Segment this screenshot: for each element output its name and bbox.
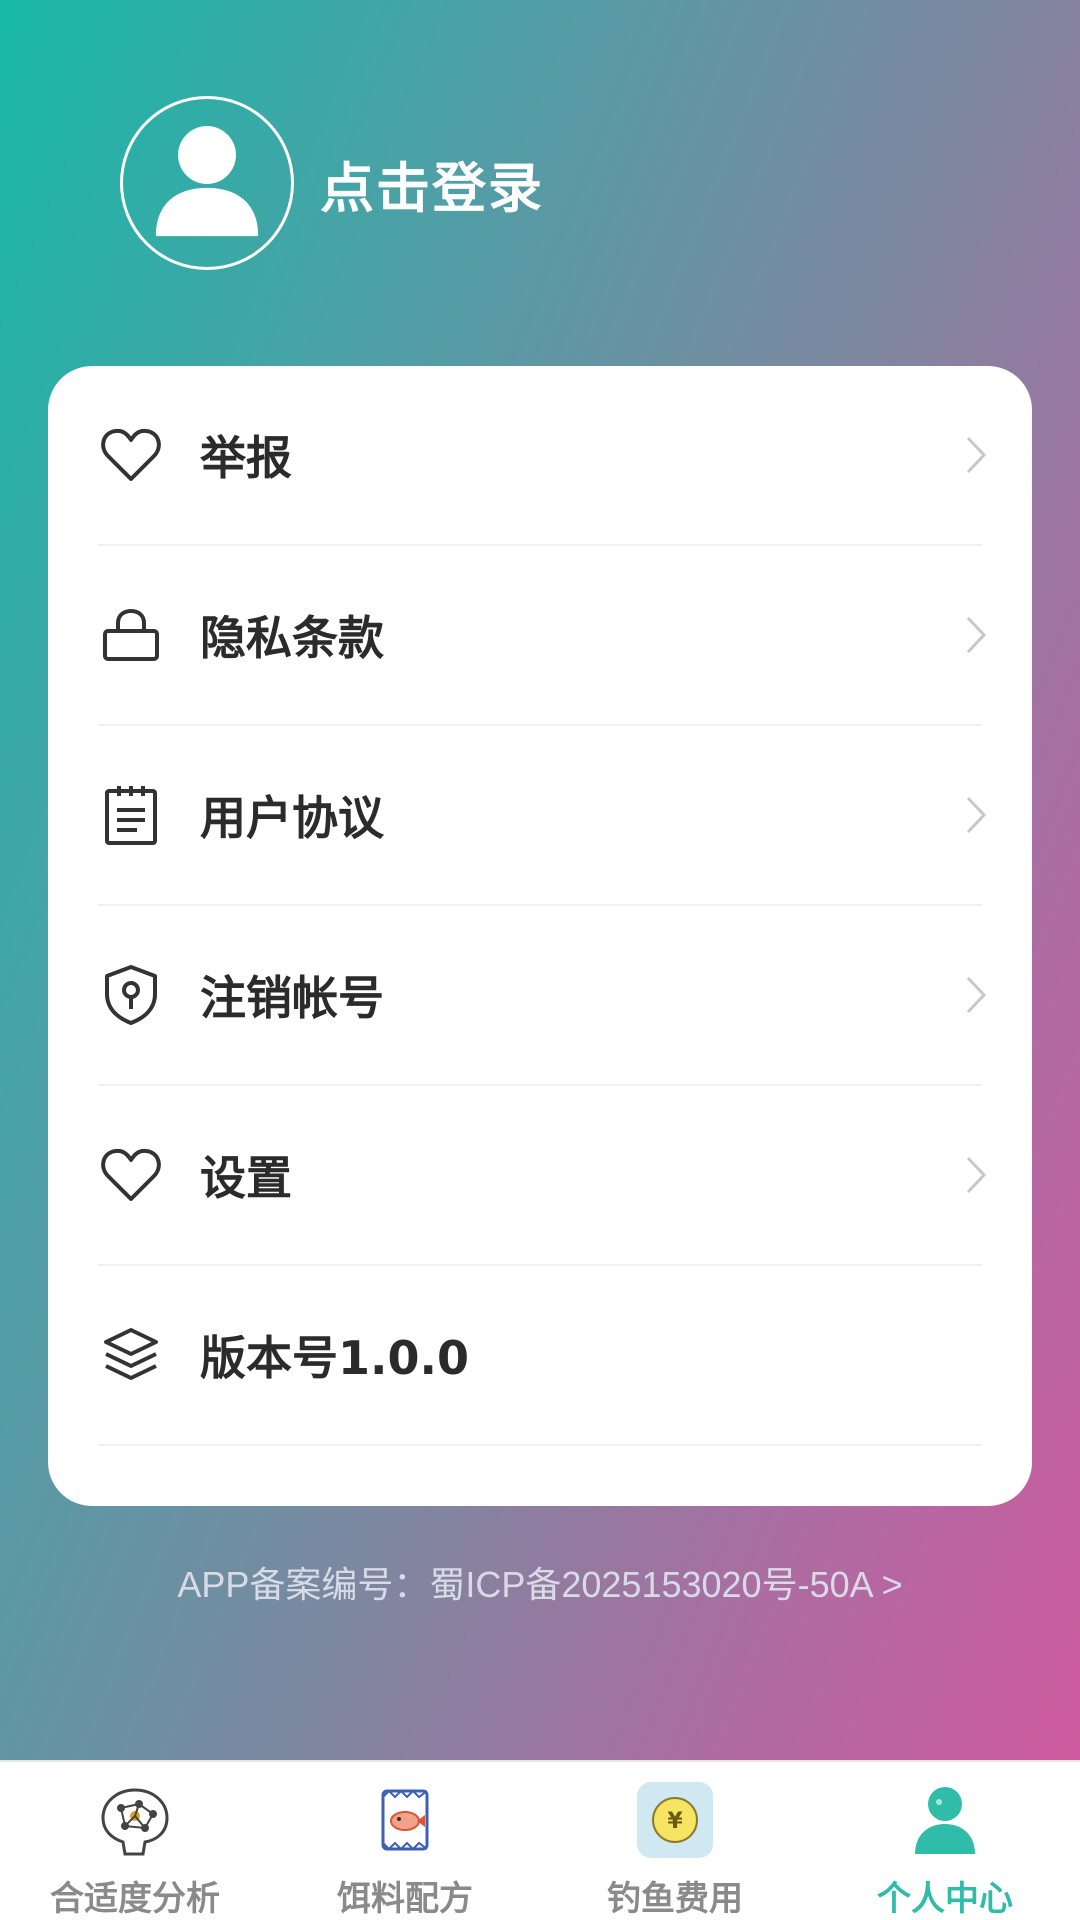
menu-item-privacy[interactable]: 隐私条款 <box>98 546 987 726</box>
coin-icon: ¥ <box>633 1778 717 1861</box>
lock-icon <box>98 602 164 668</box>
profile-header[interactable]: 点击登录 <box>120 96 544 270</box>
heart-icon <box>98 422 164 488</box>
bait-icon <box>363 1778 447 1861</box>
version-label: 版本号1.0.0 <box>200 1331 469 1385</box>
tab-bait-recipe[interactable]: 饵料配方 <box>270 1762 540 1920</box>
chevron-right-icon <box>956 970 996 1020</box>
login-link[interactable]: 点击登录 <box>320 144 544 223</box>
menu-item-label: 用户协议 <box>200 791 384 845</box>
bottom-tab-bar: 合适度分析 饵料配方 ¥ 钓鱼费用 个人中心 <box>0 1760 1080 1920</box>
analysis-icon <box>93 1778 177 1861</box>
menu-item-user-agreement[interactable]: 用户协议 <box>98 726 987 906</box>
menu-item-settings[interactable]: 设置 <box>98 1086 987 1266</box>
user-avatar-icon <box>155 126 259 237</box>
tab-analysis[interactable]: 合适度分析 <box>0 1762 270 1920</box>
menu-item-label: 隐私条款 <box>200 611 384 665</box>
menu-item-delete-account[interactable]: 注销帐号 <box>98 906 987 1086</box>
chevron-right-icon <box>956 430 996 480</box>
chevron-right-icon <box>956 610 996 660</box>
chevron-right-icon <box>956 1150 996 1200</box>
tab-label: 饵料配方 <box>337 1879 473 1919</box>
menu-item-report[interactable]: 举报 <box>98 366 987 546</box>
menu-item-label: 举报 <box>200 431 292 485</box>
tab-label: 合适度分析 <box>50 1879 220 1919</box>
tab-label: 钓鱼费用 <box>607 1879 743 1919</box>
layers-icon <box>98 1322 164 1388</box>
tab-personal-center[interactable]: 个人中心 <box>810 1762 1080 1920</box>
svg-text:¥: ¥ <box>667 1809 683 1834</box>
heart-icon <box>98 1142 164 1208</box>
menu-item-label: 设置 <box>200 1151 292 1205</box>
tab-label: 个人中心 <box>877 1879 1013 1919</box>
menu-item-label: 注销帐号 <box>200 971 384 1025</box>
person-icon <box>903 1778 987 1861</box>
icp-filing-link[interactable]: APP备案编号：蜀ICP备2025153020号-50A > <box>0 1556 1080 1608</box>
menu-item-version: 版本号1.0.0 <box>98 1266 982 1446</box>
shield-icon <box>98 962 164 1028</box>
tab-fishing-cost[interactable]: ¥ 钓鱼费用 <box>540 1762 810 1920</box>
avatar[interactable] <box>120 96 294 270</box>
chevron-right-icon <box>956 790 996 840</box>
menu-card: 举报 隐私条款 用户协议 注销帐号 设置 版本号1.0.0 <box>48 366 1032 1506</box>
clipboard-icon <box>98 782 164 848</box>
